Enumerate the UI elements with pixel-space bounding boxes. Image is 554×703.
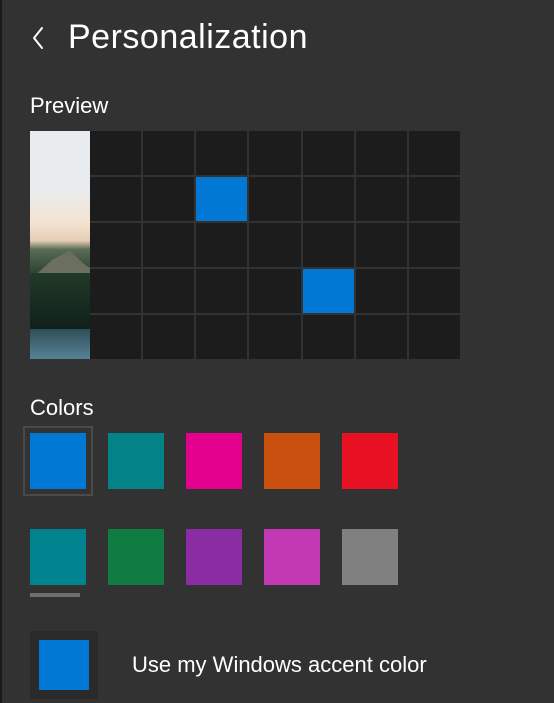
color-swatch-cyan[interactable] — [30, 529, 86, 585]
preview-tile — [356, 131, 407, 175]
preview-tile — [90, 223, 141, 267]
color-swatch-orange[interactable] — [264, 433, 320, 489]
color-swatch-pink[interactable] — [264, 529, 320, 585]
preview-tile — [356, 223, 407, 267]
preview-tile — [196, 177, 247, 221]
preview-tile — [249, 223, 300, 267]
preview-tile — [90, 269, 141, 313]
preview-wallpaper — [30, 131, 90, 359]
preview-tile — [356, 269, 407, 313]
preview-tile — [249, 315, 300, 359]
chevron-left-icon — [31, 26, 45, 50]
preview-tile — [409, 223, 460, 267]
page-title: Personalization — [68, 18, 308, 57]
back-button[interactable] — [26, 26, 50, 50]
preview-tile — [143, 131, 194, 175]
color-swatch-teal[interactable] — [108, 433, 164, 489]
preview-tile — [196, 269, 247, 313]
color-swatch-purple[interactable] — [186, 529, 242, 585]
preview-tile — [409, 269, 460, 313]
color-swatch-green[interactable] — [108, 529, 164, 585]
preview-tile — [303, 315, 354, 359]
preview-tile — [196, 223, 247, 267]
accent-option-label: Use my Windows accent color — [132, 652, 427, 678]
color-swatch-blue[interactable] — [30, 433, 86, 489]
preview-tile — [196, 315, 247, 359]
preview-tile-grid — [90, 131, 460, 359]
preview-tile — [303, 269, 354, 313]
windows-accent-option[interactable]: Use my Windows accent color — [30, 631, 554, 699]
preview-label: Preview — [30, 93, 554, 119]
color-swatch-gray[interactable] — [342, 529, 398, 585]
preview-tile — [143, 223, 194, 267]
color-swatch-grid — [30, 433, 460, 587]
color-swatch-red[interactable] — [342, 433, 398, 489]
colors-label: Colors — [30, 395, 554, 421]
preview-tile — [303, 223, 354, 267]
preview-tile — [303, 131, 354, 175]
preview-tile — [409, 315, 460, 359]
preview-tile — [249, 269, 300, 313]
preview-tile — [143, 315, 194, 359]
preview-tile — [90, 131, 141, 175]
preview-tile — [249, 177, 300, 221]
preview-area — [30, 131, 460, 359]
preview-tile — [90, 315, 141, 359]
preview-tile — [143, 177, 194, 221]
preview-tile — [196, 131, 247, 175]
page-header: Personalization — [2, 0, 554, 57]
preview-tile — [356, 315, 407, 359]
color-swatch-magenta[interactable] — [186, 433, 242, 489]
preview-tile — [356, 177, 407, 221]
preview-tile — [409, 131, 460, 175]
accent-color-preview-box[interactable] — [30, 631, 98, 699]
selected-underline — [30, 593, 80, 597]
preview-tile — [143, 269, 194, 313]
accent-color-swatch — [39, 640, 89, 690]
preview-tile — [303, 177, 354, 221]
preview-tile — [249, 131, 300, 175]
preview-tile — [90, 177, 141, 221]
preview-tile — [409, 177, 460, 221]
